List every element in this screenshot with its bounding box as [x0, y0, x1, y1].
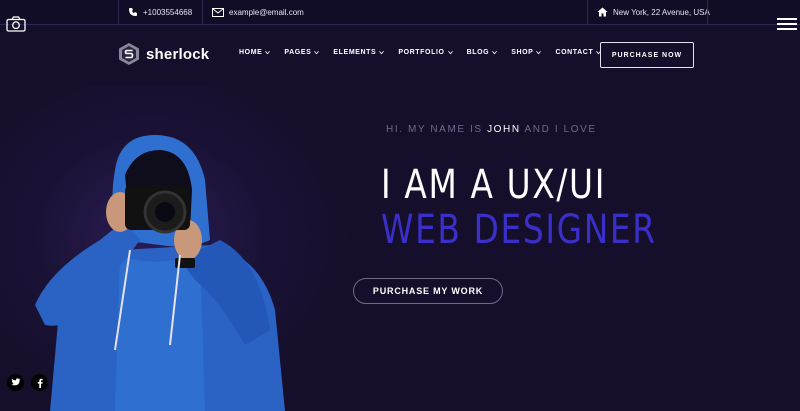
address-text: New York, 22 Avenue, USA [613, 7, 710, 17]
chevron-down-icon [314, 50, 320, 55]
chevron-down-icon [492, 50, 498, 55]
topbar-divider [118, 0, 119, 24]
chevron-down-icon [379, 50, 385, 55]
logo-mark-icon [119, 43, 139, 65]
chevron-down-icon [447, 50, 453, 55]
site-logo[interactable]: sherlock [118, 42, 209, 66]
envelope-icon [212, 7, 224, 17]
twitter-glyph [10, 378, 20, 386]
twitter-icon[interactable] [7, 374, 24, 391]
nav-label: ELEMENTS [333, 49, 377, 56]
nav-label: PORTFOLIO [398, 49, 445, 56]
topbar-divider [202, 0, 203, 24]
email-address: example@email.com [229, 7, 304, 17]
nav-item-home[interactable]: HOME [239, 49, 271, 56]
nav-label: CONTACT [555, 49, 594, 56]
nav-item-portfolio[interactable]: PORTFOLIO [398, 49, 453, 56]
home-icon [597, 7, 608, 17]
intro-prefix: HI. MY NAME IS [386, 124, 483, 135]
chevron-down-icon [265, 50, 271, 55]
main-nav: HOME PAGES ELEMENTS PORTFOLIO BLOG SHOP … [239, 49, 615, 56]
nav-item-contact[interactable]: CONTACT [555, 49, 602, 56]
nav-label: SHOP [511, 49, 534, 56]
facebook-glyph [37, 378, 43, 388]
topbar-divider [707, 0, 708, 24]
topbar-divider [587, 0, 588, 24]
purchase-now-button[interactable]: PURCHASE NOW [600, 42, 694, 68]
photographer-image [35, 135, 285, 411]
intro-name: JOHN [487, 124, 521, 135]
purchase-my-work-button[interactable]: PURCHASE MY WORK [353, 278, 503, 304]
facebook-icon[interactable] [31, 374, 48, 391]
top-contact-bar: +1003554668 example@email.com New York, … [0, 0, 800, 25]
nav-item-pages[interactable]: PAGES [284, 49, 320, 56]
intro-suffix: AND I LOVE [524, 124, 597, 135]
topbar-phone[interactable]: +1003554668 [128, 0, 192, 24]
hero-headline-line1: I AM A UX/UI [381, 162, 607, 208]
site-header: sherlock HOME PAGES ELEMENTS PORTFOLIO B… [0, 24, 800, 87]
nav-item-blog[interactable]: BLOG [467, 49, 498, 56]
phone-number: +1003554668 [143, 7, 193, 17]
nav-label: BLOG [466, 49, 490, 56]
nav-label: HOME [239, 49, 263, 56]
nav-item-elements[interactable]: ELEMENTS [333, 49, 385, 56]
hero-headline-line2: WEB DESIGNER [381, 207, 657, 253]
topbar-email[interactable]: example@email.com [212, 0, 304, 24]
hero-intro: HI. MY NAME IS JOHN AND I LOVE [386, 124, 597, 135]
phone-icon [129, 8, 137, 16]
topbar-address: New York, 22 Avenue, USA [597, 0, 710, 24]
logo-text: sherlock [146, 45, 210, 63]
nav-item-shop[interactable]: SHOP [511, 49, 542, 56]
chevron-down-icon [536, 50, 542, 55]
nav-label: PAGES [284, 49, 312, 56]
